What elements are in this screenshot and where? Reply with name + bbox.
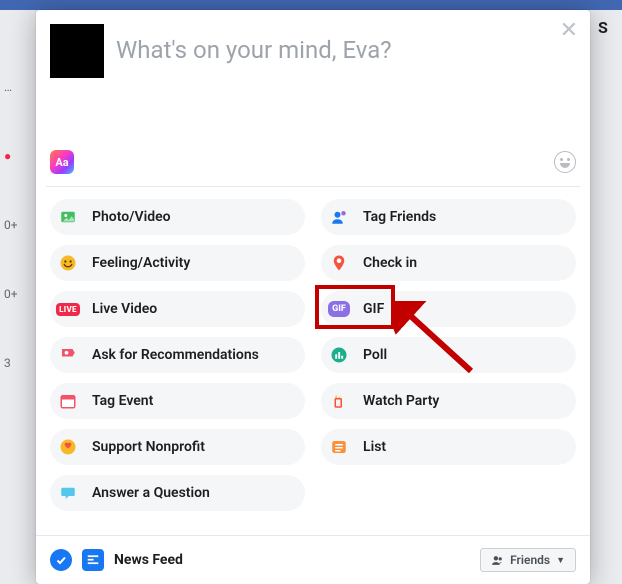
option-label: Tag Event (92, 393, 153, 409)
composer-tools-row: Aa (50, 94, 576, 186)
option-check-in[interactable]: Check in (321, 245, 576, 281)
recommend-icon (56, 343, 80, 367)
event-icon (56, 389, 80, 413)
option-label: Check in (363, 255, 417, 271)
option-gif[interactable]: GIF GIF (321, 291, 576, 327)
nonprofit-icon (56, 435, 80, 459)
option-label: List (363, 439, 386, 455)
option-label: Ask for Recommendations (92, 347, 259, 363)
option-recommendations[interactable]: Ask for Recommendations (50, 337, 305, 373)
privacy-selector-button[interactable]: Friends ▼ (480, 548, 576, 572)
close-icon[interactable]: ✕ (560, 20, 578, 42)
option-support-nonprofit[interactable]: Support Nonprofit (50, 429, 305, 465)
friends-icon (491, 554, 504, 567)
newsfeed-icon (82, 549, 104, 571)
emoji-picker-icon[interactable] (554, 151, 576, 173)
option-label: Support Nonprofit (92, 439, 205, 455)
privacy-label: Friends (510, 553, 550, 567)
option-label: Poll (363, 347, 387, 363)
list-icon (327, 435, 351, 459)
option-feeling-activity[interactable]: Feeling/Activity (50, 245, 305, 281)
post-options-grid: Photo/Video Tag Friends Feeling/Activity Ch… (50, 199, 576, 535)
feeling-icon (56, 251, 80, 275)
composer-input[interactable]: What's on your mind, Eva? (116, 24, 392, 64)
option-label: Tag Friends (363, 209, 436, 225)
option-label: Live Video (92, 301, 157, 317)
divider (46, 186, 580, 187)
live-icon: LIVE (56, 297, 80, 321)
question-icon (56, 481, 80, 505)
option-list[interactable]: List (321, 429, 576, 465)
option-label: Photo/Video (92, 209, 171, 225)
newsfeed-label: News Feed (114, 552, 183, 568)
poll-icon (327, 343, 351, 367)
option-photo-video[interactable]: Photo/Video (50, 199, 305, 235)
left-rail-hint: …●0+0+3 (4, 80, 32, 370)
photo-icon (56, 205, 80, 229)
option-label: Feeling/Activity (92, 255, 190, 271)
option-label: Watch Party (363, 393, 439, 409)
option-live-video[interactable]: LIVE Live Video (50, 291, 305, 327)
option-label: GIF (363, 301, 384, 317)
option-poll[interactable]: Poll (321, 337, 576, 373)
check-icon[interactable] (50, 549, 72, 571)
option-label: Answer a Question (92, 485, 210, 501)
composer-header: What's on your mind, Eva? (50, 24, 576, 94)
option-answer-question[interactable]: Answer a Question (50, 475, 305, 511)
checkin-icon (327, 251, 351, 275)
watch-party-icon (327, 389, 351, 413)
fb-top-bar (0, 0, 622, 10)
option-tag-event[interactable]: Tag Event (50, 383, 305, 419)
avatar (50, 24, 104, 78)
background-picker-icon[interactable]: Aa (50, 150, 74, 174)
option-watch-party[interactable]: Watch Party (321, 383, 576, 419)
tag-friends-icon (327, 205, 351, 229)
right-rail-hint: S (598, 18, 622, 37)
post-composer-modal: ✕ What's on your mind, Eva? Aa Photo/Vid… (36, 10, 590, 584)
composer-footer: News Feed Friends ▼ (36, 535, 590, 584)
option-tag-friends[interactable]: Tag Friends (321, 199, 576, 235)
gif-icon: GIF (327, 297, 351, 321)
chevron-down-icon: ▼ (556, 555, 565, 566)
